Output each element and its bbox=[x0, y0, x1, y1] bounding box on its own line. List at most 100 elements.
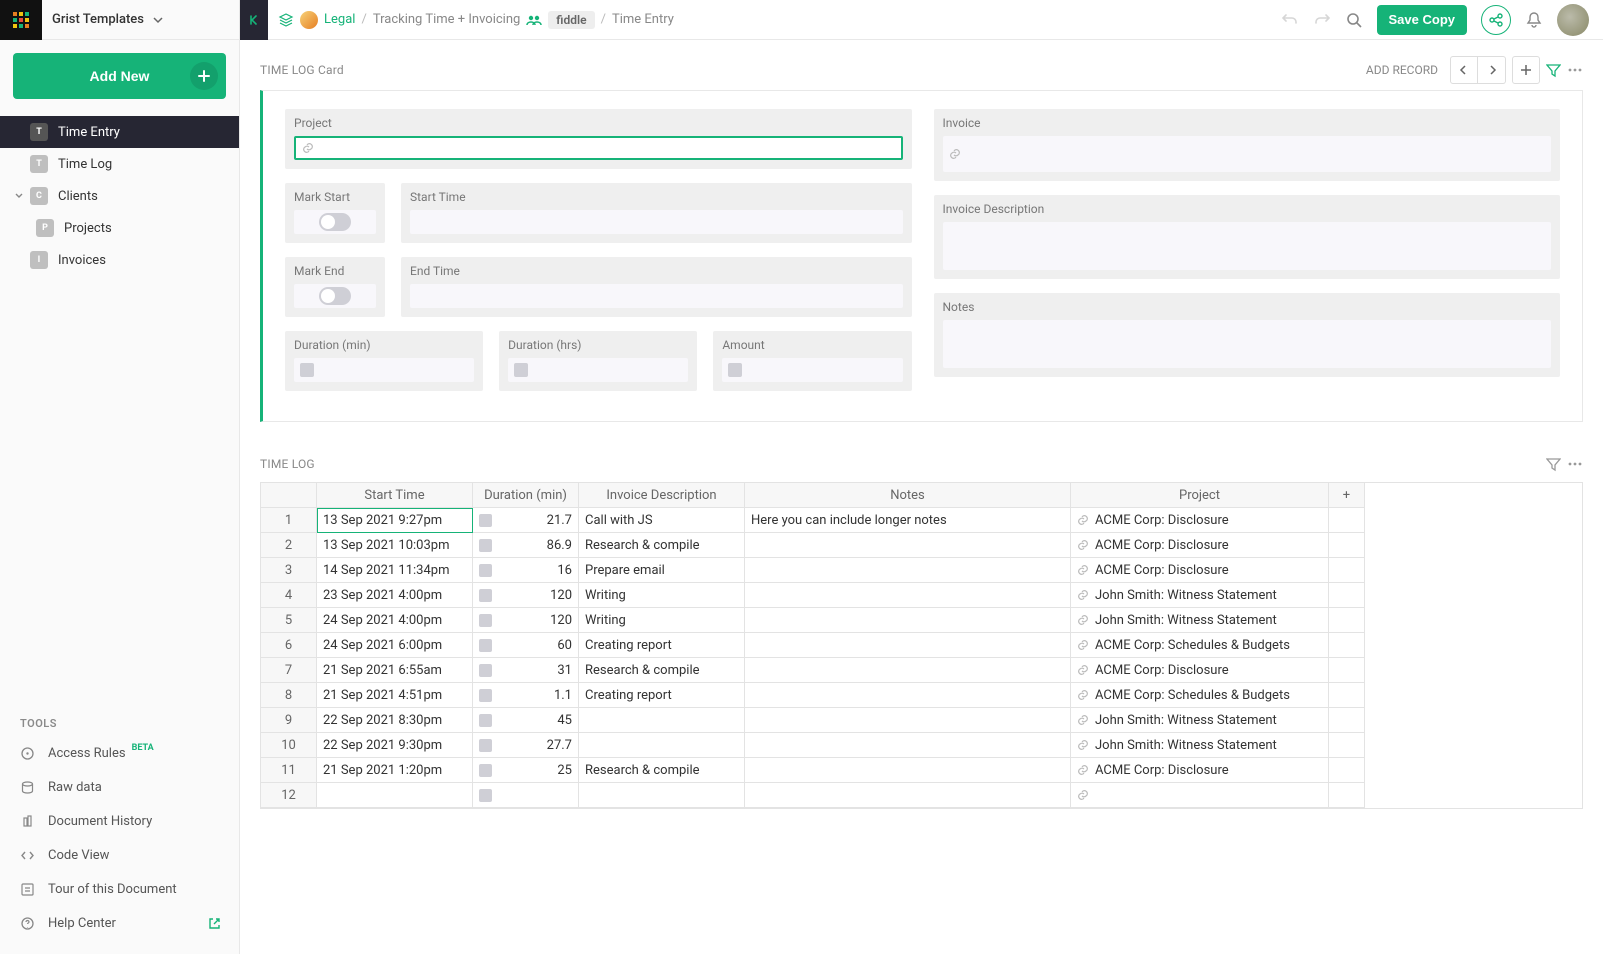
cell-description[interactable]: Creating report bbox=[579, 633, 745, 658]
cell-start-time[interactable]: 22 Sep 2021 9:30pm bbox=[317, 733, 473, 758]
cell-notes[interactable]: Here you can include longer notes bbox=[745, 508, 1071, 533]
cell-start-time[interactable]: 24 Sep 2021 6:00pm bbox=[317, 633, 473, 658]
field-mark-start[interactable]: Mark Start bbox=[285, 183, 385, 243]
filter-icon[interactable] bbox=[1546, 457, 1561, 472]
cell-start-time[interactable]: 13 Sep 2021 9:27pm bbox=[317, 508, 473, 533]
col-header[interactable]: Invoice Description bbox=[579, 483, 745, 508]
col-header[interactable]: Duration (min) bbox=[473, 483, 579, 508]
cell-project[interactable]: ACME Corp: Disclosure bbox=[1071, 508, 1329, 533]
table-row[interactable]: 1121 Sep 2021 1:20pm25Research & compile… bbox=[261, 758, 1582, 783]
row-number[interactable]: 1 bbox=[261, 508, 317, 533]
add-record-plus-button[interactable] bbox=[1512, 56, 1540, 84]
cell-start-time[interactable] bbox=[317, 783, 473, 808]
table-row[interactable]: 922 Sep 2021 8:30pm45John Smith: Witness… bbox=[261, 708, 1582, 733]
cell-duration[interactable]: 31 bbox=[473, 658, 579, 683]
row-number[interactable]: 12 bbox=[261, 783, 317, 808]
row-number[interactable]: 5 bbox=[261, 608, 317, 633]
org-dropdown[interactable]: Grist Templates bbox=[42, 12, 239, 27]
table-row[interactable]: 213 Sep 2021 10:03pm86.9Research & compi… bbox=[261, 533, 1582, 558]
row-number[interactable]: 6 bbox=[261, 633, 317, 658]
next-record-button[interactable] bbox=[1478, 56, 1506, 84]
cell-notes[interactable] bbox=[745, 683, 1071, 708]
cell-notes[interactable] bbox=[745, 708, 1071, 733]
col-header[interactable]: Start Time bbox=[317, 483, 473, 508]
cell-duration[interactable]: 25 bbox=[473, 758, 579, 783]
cell-notes[interactable] bbox=[745, 783, 1071, 808]
cell-duration[interactable]: 27.7 bbox=[473, 733, 579, 758]
users-icon[interactable] bbox=[526, 12, 542, 28]
col-header[interactable]: Project bbox=[1071, 483, 1329, 508]
cell-notes[interactable] bbox=[745, 558, 1071, 583]
breadcrumb-doc[interactable]: Tracking Time + Invoicing bbox=[373, 12, 520, 27]
field-amount[interactable]: Amount bbox=[713, 331, 911, 391]
cell-start-time[interactable]: 21 Sep 2021 4:51pm bbox=[317, 683, 473, 708]
cell-description[interactable]: Creating report bbox=[579, 683, 745, 708]
app-logo[interactable] bbox=[0, 0, 42, 40]
row-number[interactable]: 2 bbox=[261, 533, 317, 558]
save-copy-button[interactable]: Save Copy bbox=[1377, 5, 1467, 35]
cell-start-time[interactable]: 21 Sep 2021 6:55am bbox=[317, 658, 473, 683]
table-row[interactable]: 12 bbox=[261, 783, 1582, 808]
cell-duration[interactable]: 86.9 bbox=[473, 533, 579, 558]
section-menu-icon[interactable] bbox=[1567, 62, 1583, 78]
toggle-icon[interactable] bbox=[319, 213, 351, 231]
breadcrumb-page[interactable]: Time Entry bbox=[612, 12, 674, 27]
tool-help-center[interactable]: Help Center bbox=[0, 906, 239, 940]
cell-project[interactable]: ACME Corp: Disclosure bbox=[1071, 758, 1329, 783]
table-row[interactable]: 821 Sep 2021 4:51pm1.1Creating report ACM… bbox=[261, 683, 1582, 708]
cell-description[interactable]: Call with JS bbox=[579, 508, 745, 533]
field-duration-hrs[interactable]: Duration (hrs) bbox=[499, 331, 697, 391]
cell-project[interactable]: John Smith: Witness Statement bbox=[1071, 733, 1329, 758]
cell-project[interactable]: ACME Corp: Schedules & Budgets bbox=[1071, 683, 1329, 708]
cell-notes[interactable] bbox=[745, 633, 1071, 658]
table-row[interactable]: 624 Sep 2021 6:00pm60Creating reportACME… bbox=[261, 633, 1582, 658]
search-icon[interactable] bbox=[1345, 11, 1363, 29]
row-number[interactable]: 4 bbox=[261, 583, 317, 608]
table-row[interactable]: 721 Sep 2021 6:55am31Research & compileA… bbox=[261, 658, 1582, 683]
tool-raw-data[interactable]: Raw data bbox=[0, 770, 239, 804]
field-invoice-description[interactable]: Invoice Description bbox=[934, 195, 1561, 279]
cell-project[interactable]: ACME Corp: Disclosure bbox=[1071, 533, 1329, 558]
cell-notes[interactable] bbox=[745, 608, 1071, 633]
row-number-header[interactable] bbox=[261, 483, 317, 508]
cell-notes[interactable] bbox=[745, 583, 1071, 608]
cell-project[interactable]: John Smith: Witness Statement bbox=[1071, 583, 1329, 608]
cell-start-time[interactable]: 24 Sep 2021 4:00pm bbox=[317, 608, 473, 633]
cell-description[interactable]: Prepare email bbox=[579, 558, 745, 583]
tool-code-view[interactable]: Code View bbox=[0, 838, 239, 872]
cell-start-time[interactable]: 14 Sep 2021 11:34pm bbox=[317, 558, 473, 583]
row-number[interactable]: 8 bbox=[261, 683, 317, 708]
cell-notes[interactable] bbox=[745, 733, 1071, 758]
row-number[interactable]: 7 bbox=[261, 658, 317, 683]
field-end-time[interactable]: End Time bbox=[401, 257, 912, 317]
field-notes[interactable]: Notes bbox=[934, 293, 1561, 377]
tool-access-rules[interactable]: Access RulesBETA bbox=[0, 736, 239, 770]
table-row[interactable]: 1022 Sep 2021 9:30pm27.7 John Smith: Witn… bbox=[261, 733, 1582, 758]
toggle-icon[interactable] bbox=[319, 287, 351, 305]
prev-record-button[interactable] bbox=[1450, 56, 1478, 84]
row-number[interactable]: 11 bbox=[261, 758, 317, 783]
cell-duration[interactable]: 60 bbox=[473, 633, 579, 658]
field-duration-min[interactable]: Duration (min) bbox=[285, 331, 483, 391]
cell-start-time[interactable]: 21 Sep 2021 1:20pm bbox=[317, 758, 473, 783]
share-button[interactable] bbox=[1481, 5, 1511, 35]
cell-project[interactable]: ACME Corp: Disclosure bbox=[1071, 558, 1329, 583]
sidebar-item-projects[interactable]: PProjects bbox=[0, 212, 239, 244]
cell-duration[interactable] bbox=[473, 783, 579, 808]
field-invoice[interactable]: Invoice bbox=[934, 109, 1561, 181]
breadcrumb-team[interactable]: Legal bbox=[324, 12, 355, 27]
cell-description[interactable]: Research & compile bbox=[579, 533, 745, 558]
cell-project[interactable]: John Smith: Witness Statement bbox=[1071, 608, 1329, 633]
row-number[interactable]: 9 bbox=[261, 708, 317, 733]
panel-toggle-button[interactable] bbox=[240, 0, 268, 40]
cell-duration[interactable]: 1.1 bbox=[473, 683, 579, 708]
cell-start-time[interactable]: 13 Sep 2021 10:03pm bbox=[317, 533, 473, 558]
cell-duration[interactable]: 120 bbox=[473, 608, 579, 633]
cell-description[interactable]: Research & compile bbox=[579, 658, 745, 683]
table-row[interactable]: 314 Sep 2021 11:34pm16Prepare emailACME … bbox=[261, 558, 1582, 583]
row-number[interactable]: 10 bbox=[261, 733, 317, 758]
cell-notes[interactable] bbox=[745, 533, 1071, 558]
user-avatar[interactable] bbox=[1557, 4, 1589, 36]
cell-description[interactable] bbox=[579, 783, 745, 808]
sidebar-item-clients[interactable]: CClients bbox=[0, 180, 239, 212]
